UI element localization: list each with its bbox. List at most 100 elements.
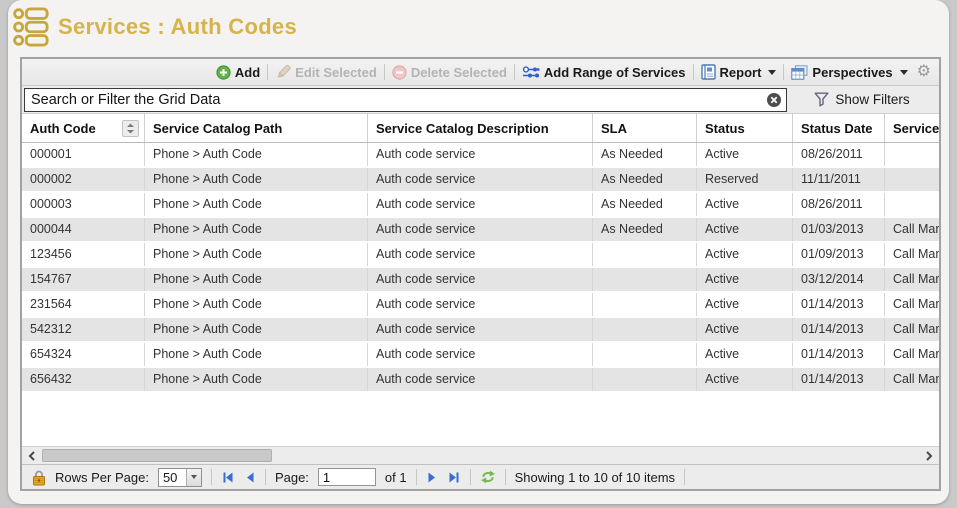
grid-cell[interactable]: As Needed (593, 193, 697, 216)
column-header-auth-code[interactable]: Auth Code (22, 114, 145, 142)
scroll-right-arrow-icon[interactable] (921, 448, 937, 463)
refresh-button[interactable] (480, 470, 496, 484)
grid-cell[interactable]: 11/11/2011 (793, 168, 885, 191)
grid-cell[interactable]: 01/03/2013 (793, 218, 885, 241)
grid-cell[interactable]: Call Manag (885, 318, 939, 341)
grid-cell[interactable]: 03/12/2014 (793, 268, 885, 291)
grid-cell[interactable]: As Needed (593, 218, 697, 241)
table-row[interactable]: 154767Phone > Auth CodeAuth code service… (22, 268, 939, 293)
grid-cell[interactable]: Active (697, 243, 793, 266)
grid-cell[interactable]: Phone > Auth Code (145, 268, 368, 291)
column-header-service-h[interactable]: Service H (885, 114, 939, 142)
grid-cell[interactable]: Phone > Auth Code (145, 193, 368, 216)
previous-page-button[interactable] (244, 471, 256, 484)
grid-cell[interactable]: Phone > Auth Code (145, 218, 368, 241)
gear-icon[interactable]: ⚙ (917, 64, 931, 80)
grid-cell[interactable]: Phone > Auth Code (145, 343, 368, 366)
table-row[interactable]: 000002Phone > Auth CodeAuth code service… (22, 168, 939, 193)
grid-cell[interactable]: Call Manag (885, 368, 939, 391)
column-header-status[interactable]: Status (697, 114, 793, 142)
grid-cell[interactable]: 01/14/2013 (793, 318, 885, 341)
grid-cell[interactable]: Active (697, 293, 793, 316)
grid-cell[interactable]: Auth code service (368, 143, 593, 166)
grid-cell[interactable]: Phone > Auth Code (145, 318, 368, 341)
grid-cell[interactable] (593, 343, 697, 366)
grid-cell[interactable]: Phone > Auth Code (145, 243, 368, 266)
delete-selected-button[interactable]: Delete Selected (392, 65, 507, 80)
grid-cell[interactable]: 01/14/2013 (793, 368, 885, 391)
column-header-status-date[interactable]: Status Date (793, 114, 885, 142)
grid-cell[interactable] (593, 268, 697, 291)
table-row[interactable]: 000003Phone > Auth CodeAuth code service… (22, 193, 939, 218)
grid-cell[interactable]: Call Manag (885, 293, 939, 316)
grid-cell[interactable]: 08/26/2011 (793, 143, 885, 166)
grid-cell[interactable]: Active (697, 193, 793, 216)
grid-cell[interactable]: Auth code service (368, 218, 593, 241)
first-page-button[interactable] (221, 471, 235, 484)
column-header-service-catalog-description[interactable]: Service Catalog Description (368, 114, 593, 142)
grid-cell[interactable]: Active (697, 368, 793, 391)
grid-cell[interactable] (593, 243, 697, 266)
grid-cell[interactable]: 01/14/2013 (793, 293, 885, 316)
grid-cell[interactable]: 08/26/2011 (793, 193, 885, 216)
column-header-service-catalog-path[interactable]: Service Catalog Path (145, 114, 368, 142)
grid-cell[interactable]: Auth code service (368, 343, 593, 366)
grid-cell[interactable]: Auth code service (368, 293, 593, 316)
scrollbar-thumb[interactable] (42, 449, 272, 462)
grid-cell[interactable]: Phone > Auth Code (145, 168, 368, 191)
grid-cell[interactable] (885, 193, 939, 216)
grid-cell[interactable]: 01/14/2013 (793, 343, 885, 366)
last-page-button[interactable] (447, 471, 461, 484)
grid-cell[interactable]: Auth code service (368, 368, 593, 391)
perspectives-button[interactable]: Perspectives (791, 65, 907, 80)
grid-cell[interactable]: 654324 (22, 343, 145, 366)
grid-cell[interactable]: Call Manag (885, 243, 939, 266)
grid-cell[interactable]: Phone > Auth Code (145, 143, 368, 166)
grid-cell[interactable] (885, 168, 939, 191)
sort-icon[interactable] (122, 120, 139, 137)
table-row[interactable]: 123456Phone > Auth CodeAuth code service… (22, 243, 939, 268)
grid-cell[interactable]: 123456 (22, 243, 145, 266)
column-header-sla[interactable]: SLA (593, 114, 697, 142)
horizontal-scrollbar[interactable] (22, 446, 939, 464)
grid-cell[interactable]: Auth code service (368, 168, 593, 191)
grid-cell[interactable]: Active (697, 268, 793, 291)
rows-per-page-select[interactable]: 50 (158, 468, 202, 487)
grid-cell[interactable]: Reserved (697, 168, 793, 191)
grid-cell[interactable]: Call Manag (885, 218, 939, 241)
grid-cell[interactable]: Active (697, 218, 793, 241)
table-row[interactable]: 231564Phone > Auth CodeAuth code service… (22, 293, 939, 318)
grid-cell[interactable]: Auth code service (368, 318, 593, 341)
grid-cell[interactable]: 000044 (22, 218, 145, 241)
grid-cell[interactable] (885, 143, 939, 166)
report-button[interactable]: Report (701, 64, 777, 80)
grid-cell[interactable]: Active (697, 143, 793, 166)
grid-cell[interactable]: 656432 (22, 368, 145, 391)
grid-cell[interactable] (593, 293, 697, 316)
grid-cell[interactable] (593, 318, 697, 341)
grid-cell[interactable]: Phone > Auth Code (145, 368, 368, 391)
search-input[interactable] (31, 92, 766, 108)
next-page-button[interactable] (426, 471, 438, 484)
add-range-button[interactable]: Add Range of Services (522, 65, 686, 80)
table-row[interactable]: 656432Phone > Auth CodeAuth code service… (22, 368, 939, 393)
grid-cell[interactable]: Auth code service (368, 193, 593, 216)
grid-cell[interactable] (593, 368, 697, 391)
table-row[interactable]: 000044Phone > Auth CodeAuth code service… (22, 218, 939, 243)
grid-cell[interactable]: Call Manag (885, 268, 939, 291)
grid-cell[interactable]: 01/09/2013 (793, 243, 885, 266)
add-button[interactable]: Add (216, 65, 260, 80)
grid-cell[interactable]: Phone > Auth Code (145, 293, 368, 316)
table-row[interactable]: 654324Phone > Auth CodeAuth code service… (22, 343, 939, 368)
grid-cell[interactable]: 154767 (22, 268, 145, 291)
grid-cell[interactable]: 000002 (22, 168, 145, 191)
grid-cell[interactable]: Active (697, 343, 793, 366)
grid-cell[interactable]: 542312 (22, 318, 145, 341)
grid-cell[interactable]: 000001 (22, 143, 145, 166)
scroll-left-arrow-icon[interactable] (24, 448, 40, 463)
grid-cell[interactable]: As Needed (593, 143, 697, 166)
grid-cell[interactable]: As Needed (593, 168, 697, 191)
lock-icon[interactable] (32, 469, 46, 486)
grid-cell[interactable]: Auth code service (368, 268, 593, 291)
grid-cell[interactable]: 231564 (22, 293, 145, 316)
